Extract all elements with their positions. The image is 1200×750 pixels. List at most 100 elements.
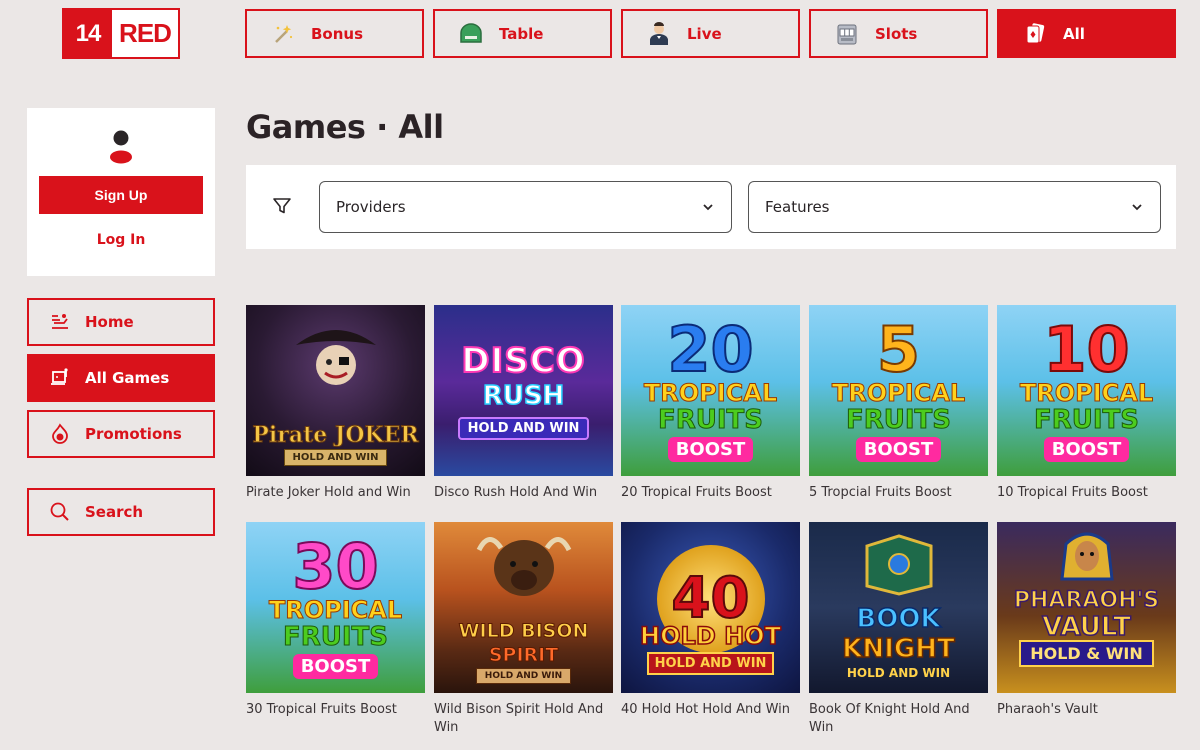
game-art-badge: HOLD AND WIN	[846, 666, 951, 680]
category-tab-bonus[interactable]: Bonus	[245, 9, 424, 58]
game-thumbnail[interactable]: 30 TROPICAL FRUITS BOOST	[246, 522, 425, 693]
game-thumbnail[interactable]: BOOK KNIGHT HOLD AND WIN	[809, 522, 988, 693]
game-art-badge: HOLD AND WIN	[476, 668, 571, 684]
game-art-number: 30	[291, 530, 379, 604]
game-art-title: TROPICAL	[268, 596, 403, 625]
game-name[interactable]: Wild Bison Spirit Hold And Win	[434, 701, 613, 736]
category-label: Table	[499, 24, 544, 43]
slot-machine-icon	[835, 22, 859, 46]
game-name[interactable]: 30 Tropical Fruits Boost	[246, 701, 425, 719]
game-art-badge: HOLD AND WIN	[284, 449, 387, 466]
game-name[interactable]: 10 Tropical Fruits Boost	[997, 484, 1176, 502]
magic-wand-icon	[271, 22, 295, 46]
game-tile[interactable]: 30 TROPICAL FRUITS BOOST 30 Tropical Fru…	[246, 522, 425, 719]
game-art-subtitle: FRUITS	[1033, 404, 1140, 435]
game-tile[interactable]: PHARAOH'S VAULT HOLD & WIN Pharaoh's Vau…	[997, 522, 1176, 719]
category-tab-table[interactable]: Table	[433, 9, 612, 58]
signup-button[interactable]: Sign Up	[39, 176, 203, 214]
game-art-badge: BOOST	[667, 436, 754, 462]
game-tile[interactable]: DISCO RUSH HOLD AND WIN Disco Rush Hold …	[434, 305, 613, 502]
game-art-subtitle: SPIRIT	[488, 644, 559, 667]
game-art-number: 10	[1042, 313, 1130, 387]
user-icon	[109, 128, 133, 166]
category-label: Slots	[875, 24, 918, 43]
game-art-subtitle: KNIGHT	[842, 633, 956, 665]
game-art-title: TROPICAL	[831, 379, 966, 408]
game-thumbnail[interactable]: 5 TROPICAL FRUITS BOOST	[809, 305, 988, 476]
game-art-title: Pirate JOKER	[252, 422, 419, 449]
category-tab-all[interactable]: All	[997, 9, 1176, 58]
game-art-badge: HOLD & WIN	[1019, 640, 1154, 667]
game-tile[interactable]: 5 TROPICAL FRUITS BOOST 5 Tropcial Fruit…	[809, 305, 988, 502]
login-link[interactable]: Log In	[27, 232, 215, 248]
nav-item-all-games[interactable]: All Games	[27, 354, 215, 402]
game-art-title: BOOK	[856, 603, 942, 635]
game-name[interactable]: Pharaoh's Vault	[997, 701, 1176, 719]
nav-label: Home	[85, 313, 134, 331]
game-art-title: WILD BISON	[458, 620, 589, 643]
game-art-badge: HOLD AND WIN	[647, 652, 774, 675]
dealer-icon	[647, 21, 671, 46]
game-name[interactable]: 40 Hold Hot Hold And Win	[621, 701, 800, 719]
brand-logo[interactable]: 14 RED	[62, 8, 180, 59]
category-tab-live[interactable]: Live	[621, 9, 800, 58]
filter-bar: Providers Features	[246, 165, 1176, 249]
bison-art	[476, 537, 572, 596]
game-art-title: DISCO	[460, 340, 586, 382]
game-thumbnail[interactable]: PHARAOH'S VAULT HOLD & WIN	[997, 522, 1176, 693]
game-name[interactable]: Disco Rush Hold And Win	[434, 484, 613, 502]
nav-item-promotions[interactable]: Promotions	[27, 410, 215, 458]
game-art-subtitle: RUSH	[482, 380, 565, 412]
game-art-title: HOLD HOT	[639, 621, 781, 651]
game-thumbnail[interactable]: 10 TROPICAL FRUITS BOOST	[997, 305, 1176, 476]
providers-label: Providers	[336, 198, 406, 216]
nav-label: All Games	[85, 369, 170, 387]
game-tile[interactable]: BOOK KNIGHT HOLD AND WIN Book Of Knight …	[809, 522, 988, 736]
game-thumbnail[interactable]: WILD BISON SPIRIT HOLD AND WIN	[434, 522, 613, 693]
page-title: Games · All	[246, 108, 444, 146]
game-name[interactable]: 5 Tropcial Fruits Boost	[809, 484, 988, 502]
search-icon	[49, 501, 71, 523]
game-thumbnail[interactable]: DISCO RUSH HOLD AND WIN	[434, 305, 613, 476]
nav-label: Search	[85, 503, 144, 521]
nav-item-search[interactable]: Search	[27, 488, 215, 536]
game-art-badge: HOLD AND WIN	[457, 417, 590, 440]
nav-item-home[interactable]: Home	[27, 298, 215, 346]
providers-dropdown[interactable]: Providers	[319, 181, 732, 233]
game-tile[interactable]: WILD BISON SPIRIT HOLD AND WIN Wild Biso…	[434, 522, 613, 736]
game-tile[interactable]: 40 HOLD HOT HOLD AND WIN 40 Hold Hot Hol…	[621, 522, 800, 719]
chevron-down-icon	[1132, 204, 1142, 211]
table-icon	[459, 22, 483, 46]
game-name[interactable]: Pirate Joker Hold and Win	[246, 484, 425, 502]
category-tab-slots[interactable]: Slots	[809, 9, 988, 58]
filter-icon[interactable]	[272, 196, 294, 218]
game-name[interactable]: Book Of Knight Hold And Win	[809, 701, 988, 736]
book-art	[865, 534, 933, 596]
game-art-badge: BOOST	[1043, 436, 1130, 462]
features-label: Features	[765, 198, 830, 216]
features-dropdown[interactable]: Features	[748, 181, 1161, 233]
game-art-subtitle: FRUITS	[282, 621, 389, 652]
game-tile[interactable]: Pirate JOKER HOLD AND WIN Pirate Joker H…	[246, 305, 425, 502]
nav-label: Promotions	[85, 425, 182, 443]
game-art-badge: BOOST	[855, 436, 942, 462]
game-art-badge: BOOST	[292, 653, 379, 679]
pirate-hat-art	[296, 330, 376, 385]
game-thumbnail[interactable]: Pirate JOKER HOLD AND WIN	[246, 305, 425, 476]
game-thumbnail[interactable]: 40 HOLD HOT HOLD AND WIN	[621, 522, 800, 693]
promotions-icon	[49, 423, 71, 445]
game-tile[interactable]: 20 TROPICAL FRUITS BOOST 20 Tropical Fru…	[621, 305, 800, 502]
logo-word: RED	[119, 18, 172, 48]
chevron-down-icon	[703, 204, 713, 211]
game-art-title: TROPICAL	[1019, 379, 1154, 408]
games-icon	[49, 367, 71, 389]
game-art-subtitle: FRUITS	[657, 404, 764, 435]
game-name[interactable]: 20 Tropical Fruits Boost	[621, 484, 800, 502]
game-art-subtitle: VAULT	[1041, 611, 1131, 643]
game-tile[interactable]: 10 TROPICAL FRUITS BOOST 10 Tropical Fru…	[997, 305, 1176, 502]
home-icon	[49, 311, 71, 333]
game-art-title: TROPICAL	[643, 379, 778, 408]
category-label: All	[1063, 24, 1085, 43]
game-art-title: PHARAOH'S	[1013, 587, 1160, 614]
game-thumbnail[interactable]: 20 TROPICAL FRUITS BOOST	[621, 305, 800, 476]
